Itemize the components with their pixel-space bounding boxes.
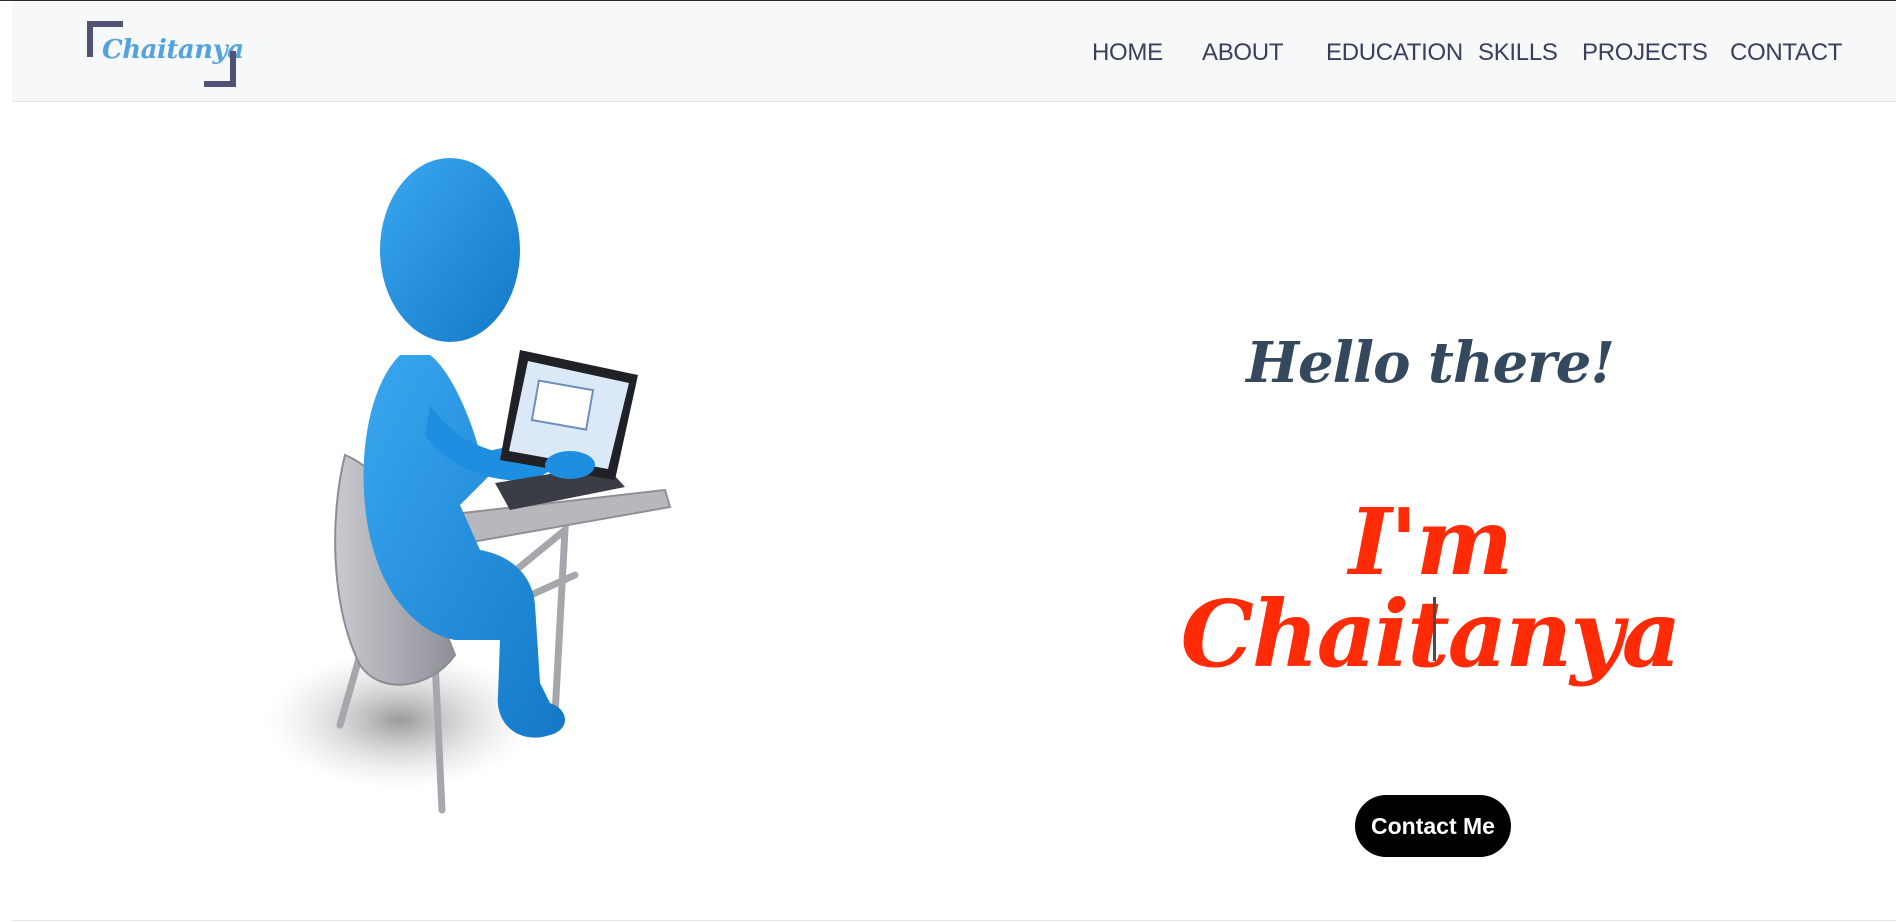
figure-hand <box>545 451 595 479</box>
contact-me-button[interactable]: Contact Me <box>1355 795 1511 857</box>
section-divider <box>12 920 1896 921</box>
brand-logo[interactable]: Chaitanya <box>74 21 244 87</box>
nav-projects[interactable]: PROJECTS <box>1582 39 1708 67</box>
nav-home[interactable]: HOME <box>1092 39 1163 67</box>
figure-head <box>380 158 520 342</box>
laptop-window <box>530 379 595 431</box>
person-at-laptop-illustration <box>265 158 672 814</box>
hero-name-heading: I'm Chaitanya <box>1180 488 1682 689</box>
navbar: Chaitanya HOME ABOUT EDUCATION SKILLS PR… <box>12 1 1896 102</box>
hero-greeting: Hello there! <box>1246 329 1615 396</box>
logo-corner-bottom-right <box>204 51 236 87</box>
nav-skills[interactable]: SKILLS <box>1478 39 1558 67</box>
nav-contact[interactable]: CONTACT <box>1730 39 1842 67</box>
typing-cursor <box>1433 597 1436 661</box>
nav-about[interactable]: ABOUT <box>1202 39 1283 67</box>
nav-education[interactable]: EDUCATION <box>1326 39 1463 67</box>
page: Chaitanya HOME ABOUT EDUCATION SKILLS PR… <box>0 0 1896 923</box>
